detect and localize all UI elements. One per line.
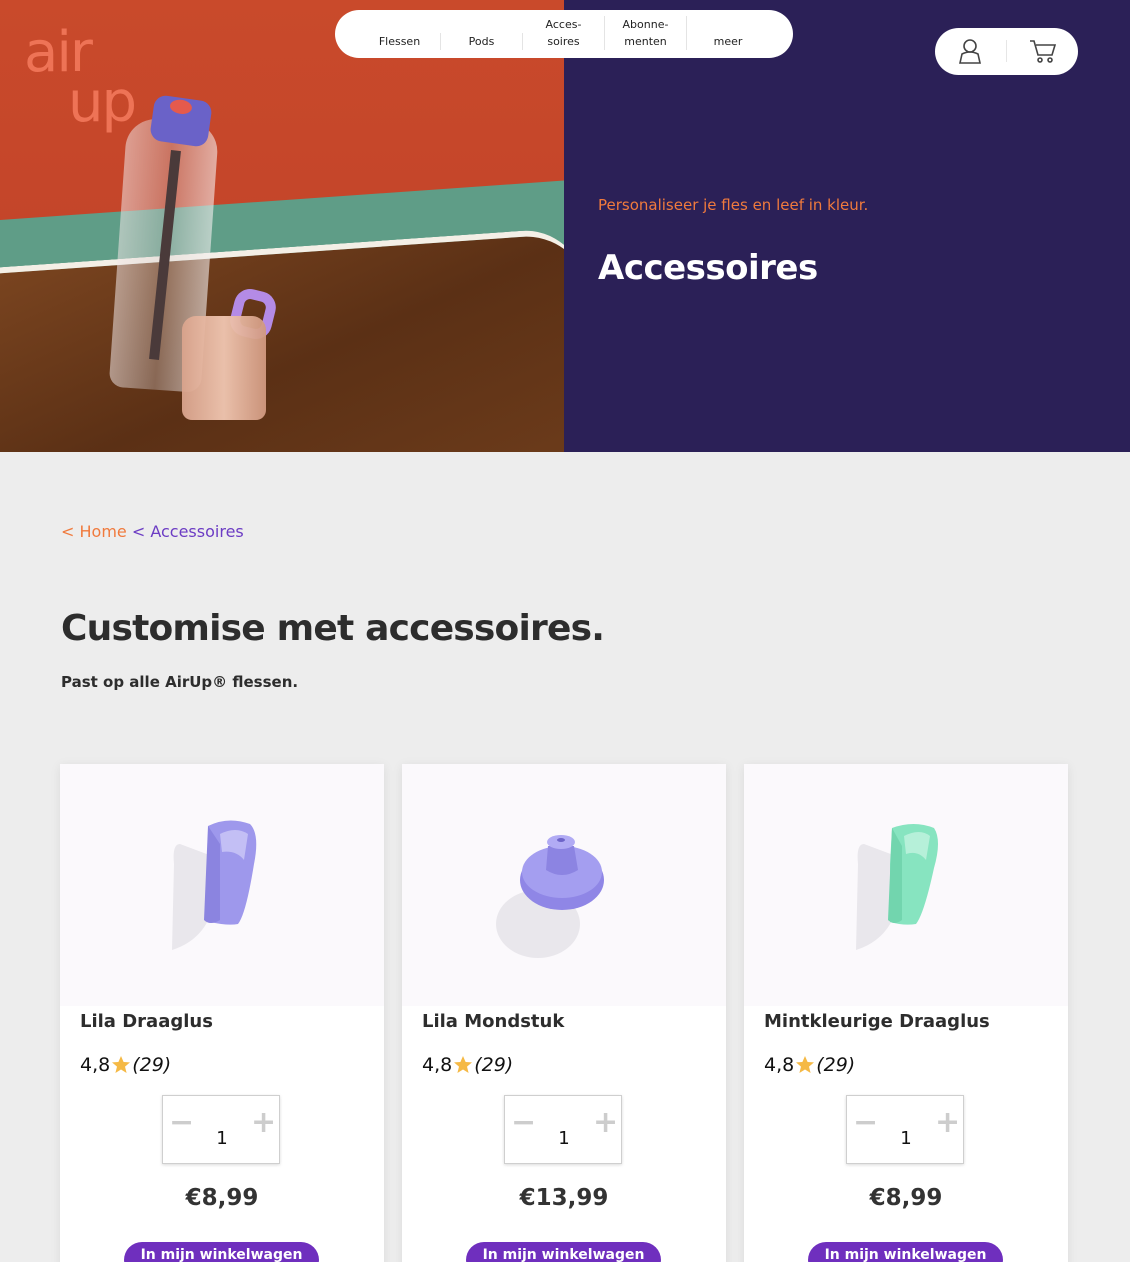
add-to-cart-button[interactable]: In mijn winkelwagen — [808, 1242, 1003, 1262]
account-cart-pill — [935, 28, 1078, 75]
page-title: Customise met accessoires. — [61, 608, 605, 649]
quantity-stepper: − 1 + — [162, 1095, 280, 1164]
plus-button[interactable]: + — [593, 1108, 618, 1138]
mouthpiece-image — [496, 835, 604, 958]
nav-item-pods[interactable]: Pods — [441, 33, 523, 50]
minus-button[interactable]: − — [853, 1108, 878, 1138]
plus-button[interactable]: + — [935, 1108, 960, 1138]
product-price: €8,99 — [185, 1185, 259, 1211]
page-subtitle: Past op alle AirUp® flessen. — [61, 673, 299, 691]
nav-item-meer[interactable]: meer — [687, 33, 769, 50]
hero-photo: air up — [0, 0, 564, 452]
carrying-loop-image — [856, 824, 938, 950]
product-card[interactable]: Lila Draaglus 4,8 (29) − 1 + €8,99 In mi… — [60, 764, 384, 1262]
product-image[interactable] — [60, 764, 384, 1006]
breadcrumb: < Home < Accessoires — [61, 522, 244, 541]
minus-button[interactable]: − — [169, 1108, 194, 1138]
star-icon — [796, 1056, 815, 1073]
rating-count: (29) — [132, 1054, 172, 1076]
nav-item-abonnementen[interactable]: Abonne- menten — [605, 16, 687, 50]
product-price: €8,99 — [869, 1185, 943, 1211]
user-icon[interactable] — [958, 38, 982, 64]
product-card[interactable]: Lila Mondstuk 4,8 (29) − 1 + €13,99 In m… — [402, 764, 726, 1262]
product-name[interactable]: Lila Mondstuk — [422, 1011, 564, 1032]
star-icon — [112, 1056, 131, 1073]
product-card[interactable]: Mintkleurige Draaglus 4,8 (29) − 1 + €8,… — [744, 764, 1068, 1262]
rating-value: 4,8 — [422, 1054, 453, 1076]
cart-icon[interactable] — [1029, 38, 1057, 64]
add-to-cart-button[interactable]: In mijn winkelwagen — [466, 1242, 661, 1262]
breadcrumb-home[interactable]: Home — [80, 522, 127, 541]
rating-count: (29) — [474, 1054, 514, 1076]
hero-title: Accessoires — [598, 248, 818, 288]
product-rating: 4,8 (29) — [80, 1054, 171, 1076]
nav-label-accessoires: Acces- soires — [545, 18, 582, 48]
nav-label-abonnementen: Abonne- menten — [622, 18, 669, 48]
product-image[interactable] — [744, 764, 1068, 1006]
hero-subtitle: Personaliseer je fles en leef in kleur. — [598, 196, 869, 214]
plus-button[interactable]: + — [251, 1108, 276, 1138]
minus-button[interactable]: − — [511, 1108, 536, 1138]
product-rating: 4,8 (29) — [764, 1054, 855, 1076]
nav-item-accessoires[interactable]: Acces- soires — [523, 16, 605, 50]
product-name[interactable]: Mintkleurige Draaglus — [764, 1011, 990, 1032]
quantity-stepper: − 1 + — [846, 1095, 964, 1164]
product-rating: 4,8 (29) — [422, 1054, 513, 1076]
breadcrumb-current: Accessoires — [150, 522, 244, 541]
add-to-cart-button[interactable]: In mijn winkelwagen — [124, 1242, 319, 1262]
product-name[interactable]: Lila Draaglus — [80, 1011, 213, 1032]
product-image[interactable] — [402, 764, 726, 1006]
star-icon — [454, 1056, 473, 1073]
brand-logo[interactable]: air up — [24, 25, 137, 131]
quantity-stepper: − 1 + — [504, 1095, 622, 1164]
rating-value: 4,8 — [80, 1054, 111, 1076]
carrying-loop-image — [172, 820, 257, 950]
nav-item-flessen[interactable]: Flessen — [359, 33, 441, 50]
quantity-value[interactable]: 1 — [545, 1128, 583, 1149]
quantity-value[interactable]: 1 — [203, 1128, 241, 1149]
rating-value: 4,8 — [764, 1054, 795, 1076]
product-price: €13,99 — [519, 1185, 609, 1211]
main-nav: Flessen Pods Acces- soires Abonne- mente… — [335, 10, 793, 58]
quantity-value[interactable]: 1 — [887, 1128, 925, 1149]
rating-count: (29) — [816, 1054, 856, 1076]
